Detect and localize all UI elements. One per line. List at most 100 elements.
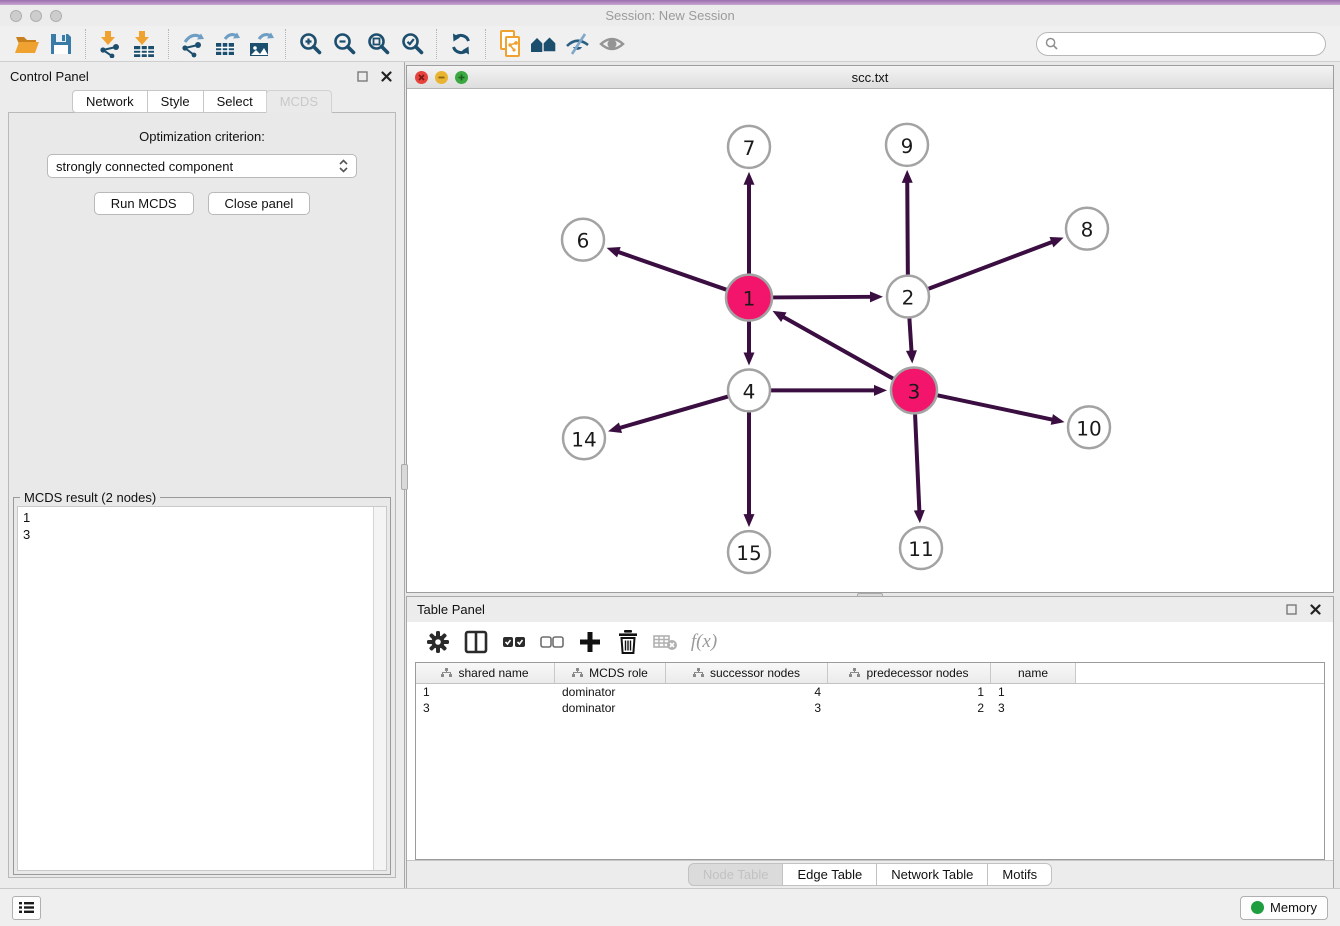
column-header-successor-nodes[interactable]: successor nodes [666, 663, 828, 683]
table-row[interactable]: 1dominator411 [416, 684, 1324, 700]
tree-icon [572, 668, 583, 678]
tab-network-table[interactable]: Network Table [876, 863, 988, 886]
export-network-icon[interactable] [176, 28, 210, 60]
tab-select[interactable]: Select [203, 90, 267, 113]
show-all-icon[interactable] [595, 28, 629, 60]
table-cell: 3 [991, 700, 1076, 716]
dropdown-value: strongly connected component [56, 159, 339, 174]
zoom-in-icon[interactable] [293, 28, 327, 60]
graph-edge-3-10[interactable] [937, 395, 1053, 420]
edge-arrowhead-icon [744, 172, 755, 185]
float-panel-icon[interactable] [354, 68, 370, 84]
table-row[interactable]: 3dominator323 [416, 700, 1324, 716]
network-canvas[interactable]: 7968124314101511 [407, 89, 1333, 592]
float-table-panel-icon[interactable] [1283, 602, 1299, 618]
search-icon [1045, 37, 1058, 50]
edge-arrowhead-icon [906, 350, 917, 363]
table-cell: 4 [666, 684, 828, 700]
open-folder-icon[interactable] [10, 28, 44, 60]
search-input[interactable] [1063, 37, 1317, 51]
column-header-predecessor-nodes[interactable]: predecessor nodes [828, 663, 991, 683]
save-icon[interactable] [44, 28, 78, 60]
table-tabstrip: Node Table Edge Table Network Table Moti… [407, 860, 1333, 888]
mcds-result-text[interactable]: 13 [18, 507, 373, 870]
select-all-icon[interactable] [497, 626, 531, 658]
delete-column-icon[interactable] [611, 626, 645, 658]
window-title: Session: New Session [0, 8, 1340, 23]
graph-node-label: 10 [1076, 416, 1101, 440]
tab-style[interactable]: Style [147, 90, 204, 113]
mcds-result-scrollbar[interactable] [373, 507, 386, 870]
list-icon [19, 901, 34, 914]
export-image-icon[interactable] [244, 28, 278, 60]
graph-node-label: 6 [577, 229, 590, 253]
zoom-fit-icon[interactable] [361, 28, 395, 60]
graph-node-label: 2 [902, 286, 915, 310]
first-neighbors-icon[interactable] [527, 28, 561, 60]
memory-status-dot [1251, 901, 1264, 914]
import-table-icon[interactable] [127, 28, 161, 60]
network-graph: 7968124314101511 [407, 89, 1333, 592]
zoom-out-icon[interactable] [327, 28, 361, 60]
close-table-panel-icon[interactable] [1307, 602, 1323, 618]
column-header-name[interactable]: name [991, 663, 1076, 683]
edge-arrowhead-icon [607, 247, 621, 257]
graph-node-label: 8 [1081, 218, 1094, 242]
zoom-selected-icon[interactable] [395, 28, 429, 60]
table-cell: 3 [416, 700, 555, 716]
graph-node-label: 4 [743, 379, 756, 403]
main-toolbar [0, 26, 1340, 62]
function-builder-icon[interactable]: f(x) [687, 626, 721, 658]
graph-node-label: 1 [743, 287, 756, 311]
search-box[interactable] [1036, 32, 1326, 56]
export-table-icon[interactable] [210, 28, 244, 60]
tab-network[interactable]: Network [72, 90, 148, 113]
tab-motifs[interactable]: Motifs [987, 863, 1052, 886]
tree-icon [849, 668, 860, 678]
tab-node-table[interactable]: Node Table [688, 863, 784, 886]
panel-splitter-grip[interactable] [401, 464, 408, 490]
toolbar-separator [168, 29, 169, 59]
graph-edge-1-2[interactable] [773, 297, 872, 298]
control-panel-title: Control Panel [10, 69, 346, 84]
edge-arrowhead-icon [744, 514, 755, 527]
graph-edge-3-11[interactable] [915, 414, 919, 512]
column-header-shared-name[interactable]: shared name [416, 663, 555, 683]
graph-edge-3-1[interactable] [782, 316, 893, 378]
tab-mcds[interactable]: MCDS [266, 90, 332, 113]
import-network-icon[interactable] [93, 28, 127, 60]
run-mcds-button[interactable]: Run MCDS [94, 192, 194, 215]
close-panel-button[interactable]: Close panel [208, 192, 311, 215]
task-list-button[interactable] [12, 896, 41, 920]
edge-arrowhead-icon [1051, 414, 1065, 425]
memory-button[interactable]: Memory [1240, 896, 1328, 920]
close-panel-icon[interactable] [378, 68, 394, 84]
column-header-mcds-role[interactable]: MCDS role [555, 663, 666, 683]
graph-edge-4-14[interactable] [619, 397, 728, 429]
toolbar-separator [285, 29, 286, 59]
toolbar-separator [436, 29, 437, 59]
hide-selected-icon[interactable] [561, 28, 595, 60]
refresh-layout-icon[interactable] [444, 28, 478, 60]
network-window-title: scc.txt [407, 70, 1333, 85]
mcds-result-box: MCDS result (2 nodes) 13 [13, 497, 391, 875]
add-column-icon[interactable] [573, 626, 607, 658]
copy-network-icon[interactable] [493, 28, 527, 60]
graph-edge-1-6[interactable] [617, 252, 726, 290]
application-window: Session: New Session [0, 0, 1340, 926]
table-cell: 1 [416, 684, 555, 700]
table-settings-gear-icon[interactable] [421, 626, 455, 658]
tree-icon [441, 668, 452, 678]
delete-table-icon[interactable] [649, 626, 683, 658]
graph-edge-2-3[interactable] [909, 318, 911, 352]
table-body: 1dominator4113dominator323 [416, 684, 1324, 716]
table-panel-title: Table Panel [417, 602, 1275, 617]
status-bar: Memory [0, 888, 1340, 926]
show-columns-icon[interactable] [459, 626, 493, 658]
graph-edge-2-8[interactable] [929, 241, 1054, 288]
table-cell: dominator [555, 684, 666, 700]
unselect-all-icon[interactable] [535, 626, 569, 658]
tab-edge-table[interactable]: Edge Table [782, 863, 877, 886]
optimization-criterion-dropdown[interactable]: strongly connected component [47, 154, 357, 178]
graph-edge-2-9[interactable] [907, 181, 908, 275]
